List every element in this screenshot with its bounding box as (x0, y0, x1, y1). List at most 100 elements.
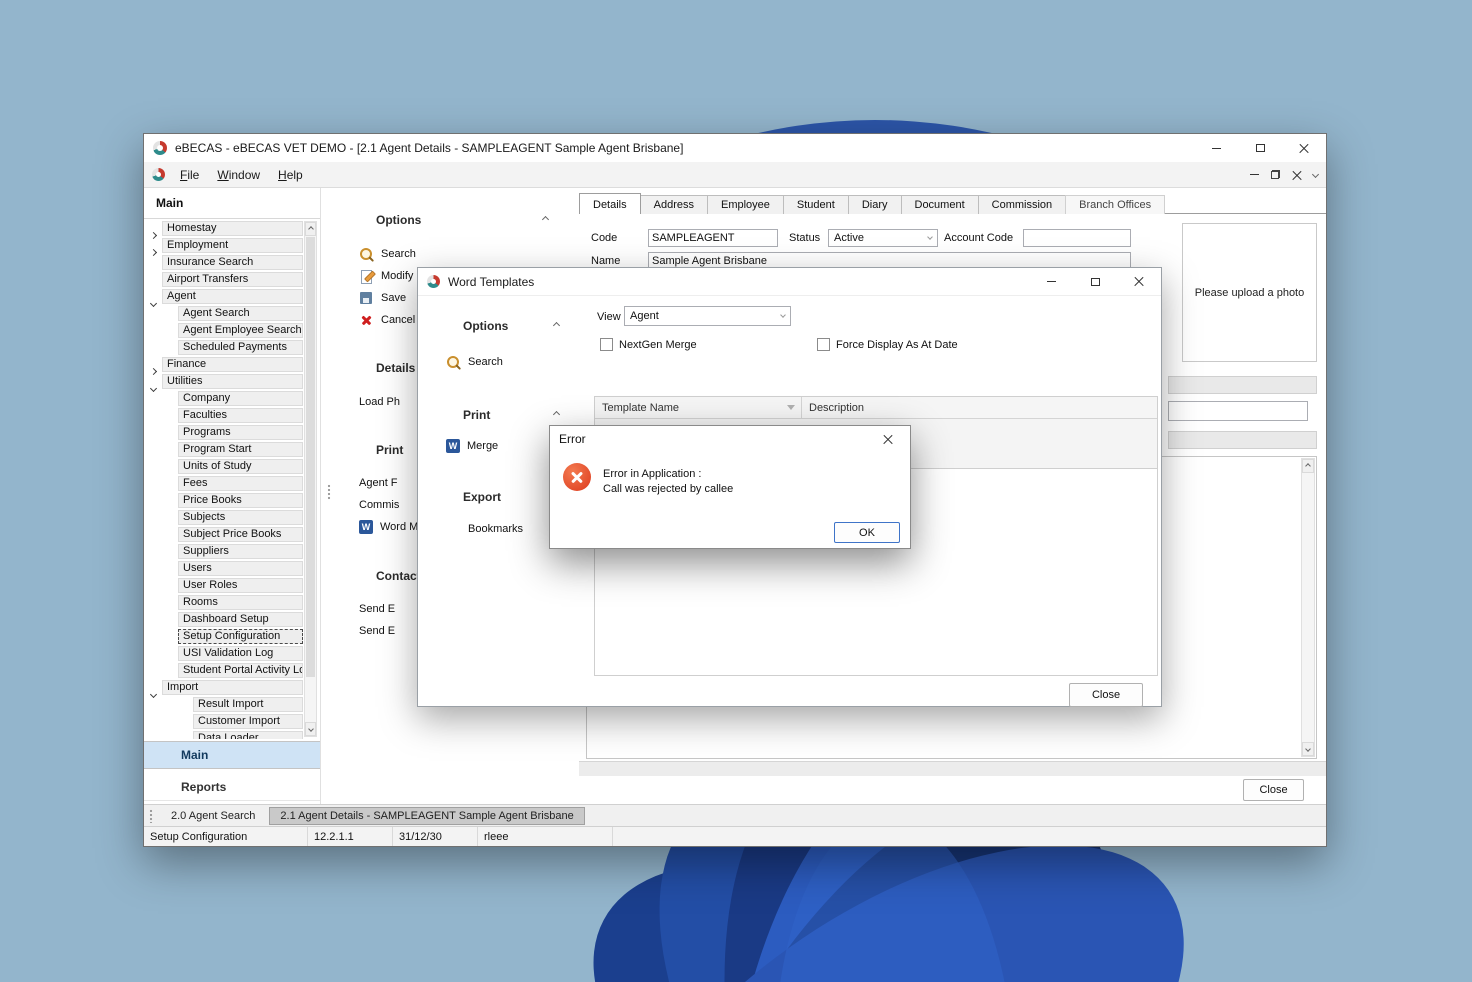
tree-item[interactable]: Dashboard Setup (144, 612, 320, 629)
detail-tab[interactable]: Student (783, 195, 849, 214)
maximize-button[interactable] (1238, 134, 1282, 162)
options-group-header[interactable]: Options (376, 212, 548, 227)
tabstrip-grip[interactable] (149, 809, 153, 823)
detail-tab[interactable]: Employee (707, 195, 784, 214)
mdi-tab[interactable]: 2.0 Agent Search (161, 807, 265, 825)
panel-scrollbar[interactable] (1301, 458, 1315, 757)
tree-item[interactable]: Utilities (144, 374, 320, 391)
sidebar-section-reports[interactable]: Reports (144, 773, 320, 801)
agent-form-action[interactable]: Agent F (359, 475, 398, 491)
tree-item[interactable]: Finance (144, 357, 320, 374)
tree-item[interactable]: Agent (144, 289, 320, 306)
mdi-restore-icon[interactable] (1271, 170, 1280, 179)
detail-tab[interactable]: Branch Offices (1065, 195, 1165, 214)
photo-upload-box[interactable]: Please upload a photo (1182, 223, 1317, 362)
menu-item[interactable]: Help (269, 165, 312, 185)
nextgen-merge-option[interactable]: NextGen Merge (600, 338, 697, 351)
mdi-minimize-icon[interactable] (1250, 174, 1259, 175)
filter-icon[interactable] (787, 405, 795, 410)
tree-item[interactable]: Fees (144, 476, 320, 493)
scroll-down-icon[interactable] (1302, 742, 1314, 756)
wt-print-group-header[interactable]: Print (463, 407, 559, 422)
send-email-action-2[interactable]: Send E (359, 623, 395, 639)
dialog-minimize-button[interactable] (1029, 268, 1073, 295)
tree-item[interactable]: Insurance Search (144, 255, 320, 272)
tree-item[interactable]: Employment (144, 238, 320, 255)
word-merge-action[interactable]: WWord M (359, 519, 418, 535)
tree-item[interactable]: Data Loader (144, 731, 320, 739)
account-code-input[interactable] (1023, 229, 1131, 247)
mdi-tab[interactable]: 2.1 Agent Details - SAMPLEAGENT Sample A… (269, 807, 584, 825)
dialog-close-button[interactable] (1117, 268, 1161, 295)
wt-export-group-header[interactable]: Export (463, 489, 559, 504)
tree-item[interactable]: Customer Import (144, 714, 320, 731)
input-fragment[interactable] (1168, 401, 1308, 421)
commission-action[interactable]: Commis (359, 497, 399, 513)
menu-item[interactable]: Window (208, 165, 269, 185)
minimize-button[interactable] (1194, 134, 1238, 162)
tree-item[interactable]: Airport Transfers (144, 272, 320, 289)
tree-item[interactable]: Program Start (144, 442, 320, 459)
detail-tab[interactable]: Address (640, 195, 708, 214)
force-display-option[interactable]: Force Display As At Date (817, 338, 958, 351)
view-dropdown[interactable]: Agent (624, 306, 791, 326)
collapse-icon[interactable] (542, 216, 549, 223)
load-photo-action[interactable]: Load Ph (359, 394, 400, 410)
panel-splitter[interactable] (327, 484, 331, 500)
tree-item[interactable]: Subjects (144, 510, 320, 527)
mdi-menu-caret-icon[interactable] (1312, 171, 1319, 178)
detail-tab[interactable]: Diary (848, 195, 902, 214)
tree-item[interactable]: Agent Search (144, 306, 320, 323)
dialog-maximize-button[interactable] (1073, 268, 1117, 295)
tree-item[interactable]: Result Import (144, 697, 320, 714)
tree-item[interactable]: Subject Price Books (144, 527, 320, 544)
tree-item[interactable]: Price Books (144, 493, 320, 510)
search-action[interactable]: Search (359, 246, 416, 262)
cancel-action[interactable]: Cancel (359, 312, 415, 328)
tree-item[interactable]: Faculties (144, 408, 320, 425)
code-input[interactable] (648, 229, 778, 247)
tree-item[interactable]: Company (144, 391, 320, 408)
save-action[interactable]: Save (359, 290, 406, 306)
scroll-thumb[interactable] (306, 237, 315, 677)
collapse-icon[interactable] (553, 411, 560, 418)
error-close-button[interactable] (866, 426, 910, 452)
tree-item[interactable]: Setup Configuration (144, 629, 320, 646)
tree-item[interactable]: User Roles (144, 578, 320, 595)
send-email-action-1[interactable]: Send E (359, 601, 395, 617)
tree-item[interactable]: Scheduled Payments (144, 340, 320, 357)
modify-action[interactable]: Modify (359, 268, 413, 284)
wt-bookmarks-action[interactable]: Bookmarks (468, 521, 523, 537)
column-description[interactable]: Description (802, 397, 1157, 418)
tree-item[interactable]: Import (144, 680, 320, 697)
wt-search-action[interactable]: Search (446, 354, 503, 370)
tree-item[interactable]: Programs (144, 425, 320, 442)
sidebar-section-main[interactable]: Main (144, 741, 320, 769)
column-template-name[interactable]: Template Name (595, 397, 802, 418)
mdi-close-icon[interactable] (1292, 170, 1301, 179)
page-close-button[interactable]: Close (1243, 779, 1304, 801)
tree-scrollbar[interactable] (304, 221, 317, 737)
menu-item[interactable]: File (171, 165, 208, 185)
dialog-close-action-button[interactable]: Close (1069, 683, 1143, 707)
tree-item[interactable]: Suppliers (144, 544, 320, 561)
scroll-down-icon[interactable] (305, 722, 316, 736)
force-display-checkbox[interactable] (817, 338, 830, 351)
tree-item[interactable]: Agent Employee Search (144, 323, 320, 340)
tree-item[interactable]: Units of Study (144, 459, 320, 476)
close-button[interactable] (1282, 134, 1326, 162)
tree-item[interactable]: Users (144, 561, 320, 578)
ok-button[interactable]: OK (834, 522, 900, 543)
collapse-icon[interactable] (553, 322, 560, 329)
scroll-up-icon[interactable] (1302, 459, 1314, 473)
nextgen-merge-checkbox[interactable] (600, 338, 613, 351)
tree-item[interactable]: Rooms (144, 595, 320, 612)
tree-item[interactable]: USI Validation Log (144, 646, 320, 663)
detail-tab[interactable]: Document (901, 195, 979, 214)
detail-tab[interactable]: Details (579, 193, 641, 214)
scroll-up-icon[interactable] (305, 222, 316, 236)
wt-options-group-header[interactable]: Options (463, 318, 559, 333)
wt-merge-action[interactable]: WMerge (446, 438, 498, 454)
tree-item[interactable]: Student Portal Activity Lo (144, 663, 320, 680)
status-dropdown[interactable]: Active (828, 229, 938, 247)
